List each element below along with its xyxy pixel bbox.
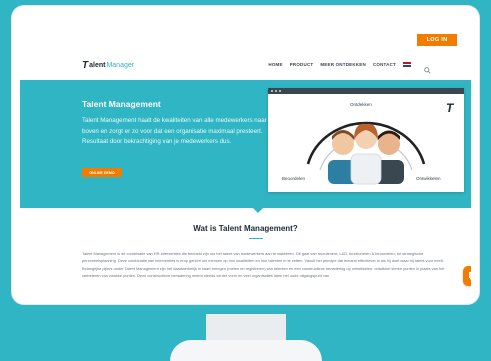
nav-home[interactable]: HOME [268, 62, 282, 67]
window-dot-icon [275, 90, 277, 92]
logo-word: alent [89, 61, 106, 69]
logo-sub: Manager [106, 61, 135, 69]
online-demo-button[interactable]: ONLINE DEMO [82, 168, 122, 177]
section-title: Wat is Talent Management? [193, 224, 298, 233]
nav-product[interactable]: PRODUCT [290, 62, 314, 67]
main-nav: HOME PRODUCT MEER ONTDEKKEN CONTACT [268, 61, 431, 74]
hero-pointer [253, 208, 263, 213]
window-dot-icon [279, 90, 281, 92]
hero-illustration: Ontdekken Beoordelen Ontwikkelen T [268, 88, 464, 192]
website-screen: LOG IN T alent Manager HOME PRODUCT MEER… [20, 14, 471, 296]
chat-icon [469, 272, 471, 280]
site-logo[interactable]: T alent Manager [82, 59, 134, 71]
hero-title: Talent Management [82, 99, 161, 109]
language-flag-icon[interactable] [403, 62, 411, 68]
login-button[interactable]: LOG IN [417, 34, 457, 46]
monitor-base [170, 340, 322, 361]
monitor-frame: LOG IN T alent Manager HOME PRODUCT MEER… [12, 6, 479, 304]
hero-text: Talent Management haalt de kwaliteiten v… [82, 117, 267, 145]
team-people-icon: T [306, 101, 455, 185]
svg-text:T: T [446, 101, 455, 115]
nav-meer-ontdekken[interactable]: MEER ONTDEKKEN [320, 62, 366, 67]
site-header: T alent Manager HOME PRODUCT MEER ONTDEK… [20, 52, 471, 78]
search-icon[interactable] [424, 61, 431, 74]
nav-contact[interactable]: CONTACT [373, 62, 396, 67]
logo-mark: T [82, 59, 89, 71]
window-dot-icon [271, 90, 273, 92]
title-underline [249, 238, 263, 239]
chat-button[interactable] [463, 266, 471, 286]
section-body-text: Talent Management is de combinatie van H… [82, 251, 445, 279]
